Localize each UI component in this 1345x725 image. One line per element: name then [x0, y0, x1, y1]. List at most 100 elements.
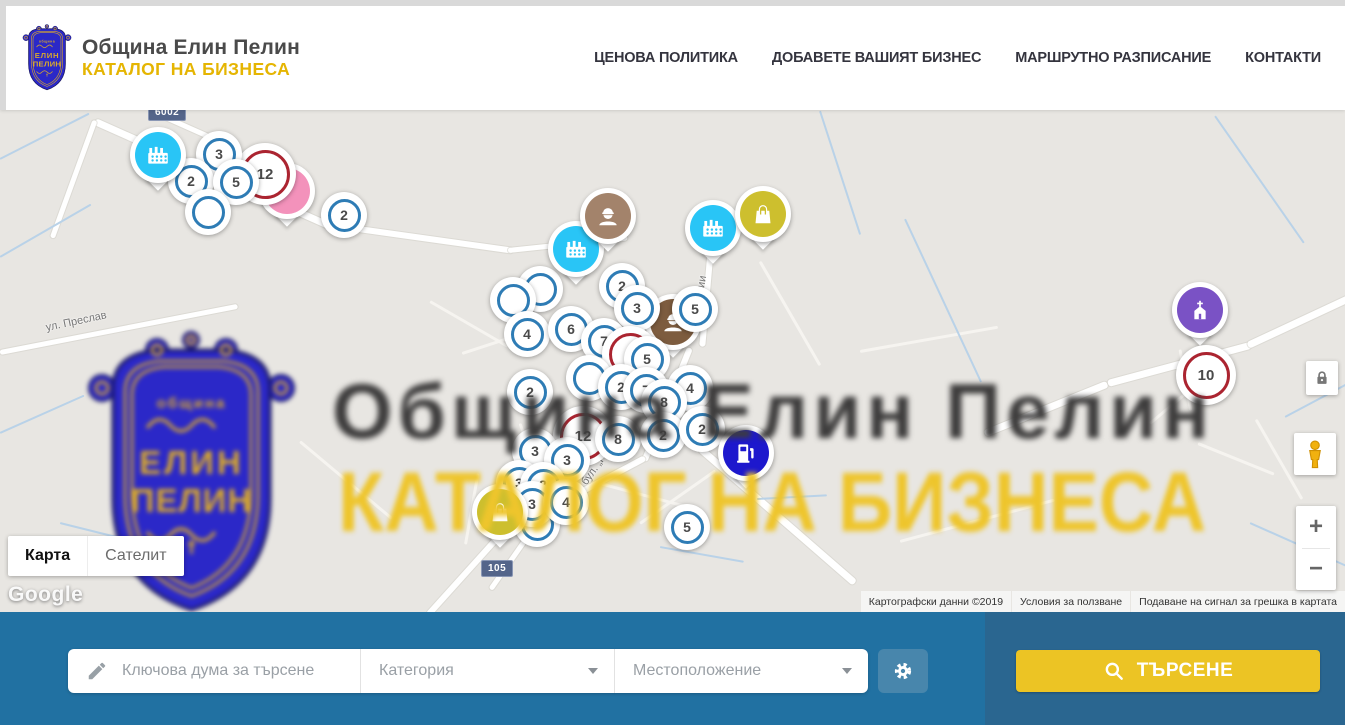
lock-button[interactable] — [1306, 361, 1338, 395]
map-road — [299, 440, 393, 519]
cluster-count: 10 — [1183, 352, 1230, 399]
svg-text:ЕЛИН: ЕЛИН — [35, 51, 60, 60]
map-type-control: Карта Сателит — [8, 536, 184, 576]
brand[interactable]: община ЕЛИН ПЕЛИН Община Елин Пелин КАТА… — [22, 21, 300, 95]
cluster-count: 3 — [621, 292, 654, 325]
map-waterway — [1214, 115, 1305, 243]
nav-add-your-business[interactable]: ДОБАВЕТЕ ВАШИЯТ БИЗНЕС — [772, 50, 981, 66]
factory-icon — [135, 132, 181, 178]
pencil-icon — [86, 660, 108, 682]
zoom-out-button[interactable]: − — [1296, 549, 1336, 591]
map-cluster-marker[interactable]: 2 — [321, 192, 367, 238]
attribution-report-error-link[interactable]: Подаване на сигнал за грешка в картата — [1131, 591, 1345, 612]
search-button-label: ТЪРСЕНЕ — [1137, 660, 1234, 682]
svg-text:община: община — [39, 39, 55, 43]
map-road — [900, 499, 1055, 543]
fuel-icon — [723, 430, 769, 476]
map-road — [0, 304, 238, 355]
chevron-down-icon — [588, 668, 598, 674]
map-pin-marker[interactable] — [1172, 282, 1228, 352]
keyword-section — [68, 649, 360, 693]
map-cluster-marker[interactable]: 3 — [614, 285, 660, 331]
map-waterway — [904, 219, 982, 383]
map-cluster-marker[interactable]: 4 — [543, 479, 589, 525]
svg-text:ПЕЛИН: ПЕЛИН — [33, 60, 62, 69]
main-nav: ЦЕНОВА ПОЛИТИКА ДОБАВЕТЕ ВАШИЯТ БИЗНЕС М… — [594, 50, 1321, 66]
brand-text: Община Елин Пелин КАТАЛОГ НА БИЗНЕСА — [82, 36, 300, 79]
cluster-count: 8 — [602, 423, 635, 456]
map-cluster-marker[interactable]: 8 — [595, 416, 641, 462]
map-pin-marker[interactable] — [718, 425, 774, 495]
site-subtitle: КАТАЛОГ НА БИЗНЕСА — [82, 60, 300, 80]
nav-route-schedule[interactable]: МАРШРУТНО РАЗПИСАНИЕ — [1015, 50, 1211, 66]
cluster-count: 5 — [220, 166, 253, 199]
google-map[interactable]: ул. Преславбул. „Новоселции6002105 12325… — [0, 110, 1345, 612]
map-cluster-marker[interactable]: 4 — [504, 311, 550, 357]
nav-contacts[interactable]: КОНТАКТИ — [1245, 50, 1321, 66]
bag-icon — [477, 489, 523, 535]
svg-text:община: община — [157, 395, 227, 412]
location-dropdown[interactable]: Местоположение — [615, 649, 868, 693]
map-cluster-marker[interactable] — [185, 189, 231, 235]
svg-text:ЕЛИН: ЕЛИН — [139, 444, 244, 481]
cluster-count: 2 — [328, 199, 361, 232]
map-road — [984, 381, 1109, 437]
map-attribution: Картографски данни ©2019 Условия за полз… — [860, 591, 1345, 612]
search-field-group: Категория Местоположение — [68, 649, 868, 693]
location-dropdown-value: Местоположение — [633, 662, 761, 680]
search-icon — [1103, 660, 1125, 682]
category-dropdown-value: Категория — [379, 662, 454, 680]
map-waterway — [757, 494, 827, 500]
map-cluster-marker[interactable]: 2 — [507, 369, 553, 415]
cluster-count: 4 — [550, 486, 583, 519]
chevron-down-icon — [842, 668, 852, 674]
pegman-street-view-button[interactable] — [1294, 433, 1336, 475]
map-pin-marker[interactable] — [580, 188, 636, 258]
search-button[interactable]: ТЪРСЕНЕ — [1016, 650, 1320, 692]
map-road — [1197, 442, 1274, 475]
zoom-in-button[interactable]: + — [1296, 506, 1336, 548]
lock-icon — [1312, 368, 1332, 388]
municipality-emblem-logo: община ЕЛИН ПЕЛИН — [22, 23, 72, 95]
attribution-copyright: Картографски данни ©2019 — [861, 591, 1011, 612]
road-number-badge: 6002 — [148, 110, 186, 121]
map-pin-marker[interactable] — [735, 186, 791, 256]
site-header: община ЕЛИН ПЕЛИН Община Елин Пелин КАТА… — [0, 0, 1345, 110]
map-cluster-marker[interactable]: 10 — [1176, 345, 1236, 405]
map-waterway — [0, 113, 90, 160]
map-waterway — [819, 111, 861, 235]
page: ул. Преславбул. „Новоселции6002105 12325… — [0, 0, 1345, 725]
church-icon — [1177, 287, 1223, 333]
map-pin-marker[interactable] — [685, 200, 741, 270]
map-waterway — [660, 546, 744, 563]
map-type-map-button[interactable]: Карта — [8, 536, 87, 576]
map-road — [50, 120, 97, 239]
attribution-terms-link[interactable]: Условия за ползване — [1012, 591, 1130, 612]
road-number-badge: 105 — [481, 560, 513, 577]
cluster-count: 2 — [647, 419, 680, 452]
cluster-count: 2 — [514, 376, 547, 409]
map-cluster-marker[interactable]: 5 — [672, 286, 718, 332]
cluster-count: 5 — [671, 511, 704, 544]
pegman-icon — [1300, 439, 1330, 469]
map-waterway — [0, 395, 84, 434]
map-road — [759, 261, 822, 366]
site-title: Община Елин Пелин — [82, 36, 300, 60]
worker-icon — [585, 193, 631, 239]
map-type-satellite-button[interactable]: Сателит — [87, 536, 183, 576]
map-road — [1247, 294, 1345, 349]
map-pin-marker[interactable] — [472, 484, 528, 554]
cluster-count: 2 — [686, 413, 719, 446]
advanced-settings-button[interactable] — [878, 649, 928, 693]
keyword-search-input[interactable] — [122, 662, 352, 680]
nav-pricing-policy[interactable]: ЦЕНОВА ПОЛИТИКА — [594, 50, 738, 66]
svg-text:ПЕЛИН: ПЕЛИН — [131, 482, 252, 519]
map-cluster-marker[interactable]: 5 — [664, 504, 710, 550]
search-bar: Категория Местоположение ТЪРСЕНЕ — [0, 612, 1345, 725]
google-logo[interactable]: Google — [8, 583, 83, 607]
zoom-control: + − — [1296, 506, 1336, 590]
category-dropdown[interactable]: Категория — [361, 649, 614, 693]
map-pin-marker[interactable] — [130, 127, 186, 197]
cluster-count — [192, 196, 225, 229]
factory-icon — [690, 205, 736, 251]
